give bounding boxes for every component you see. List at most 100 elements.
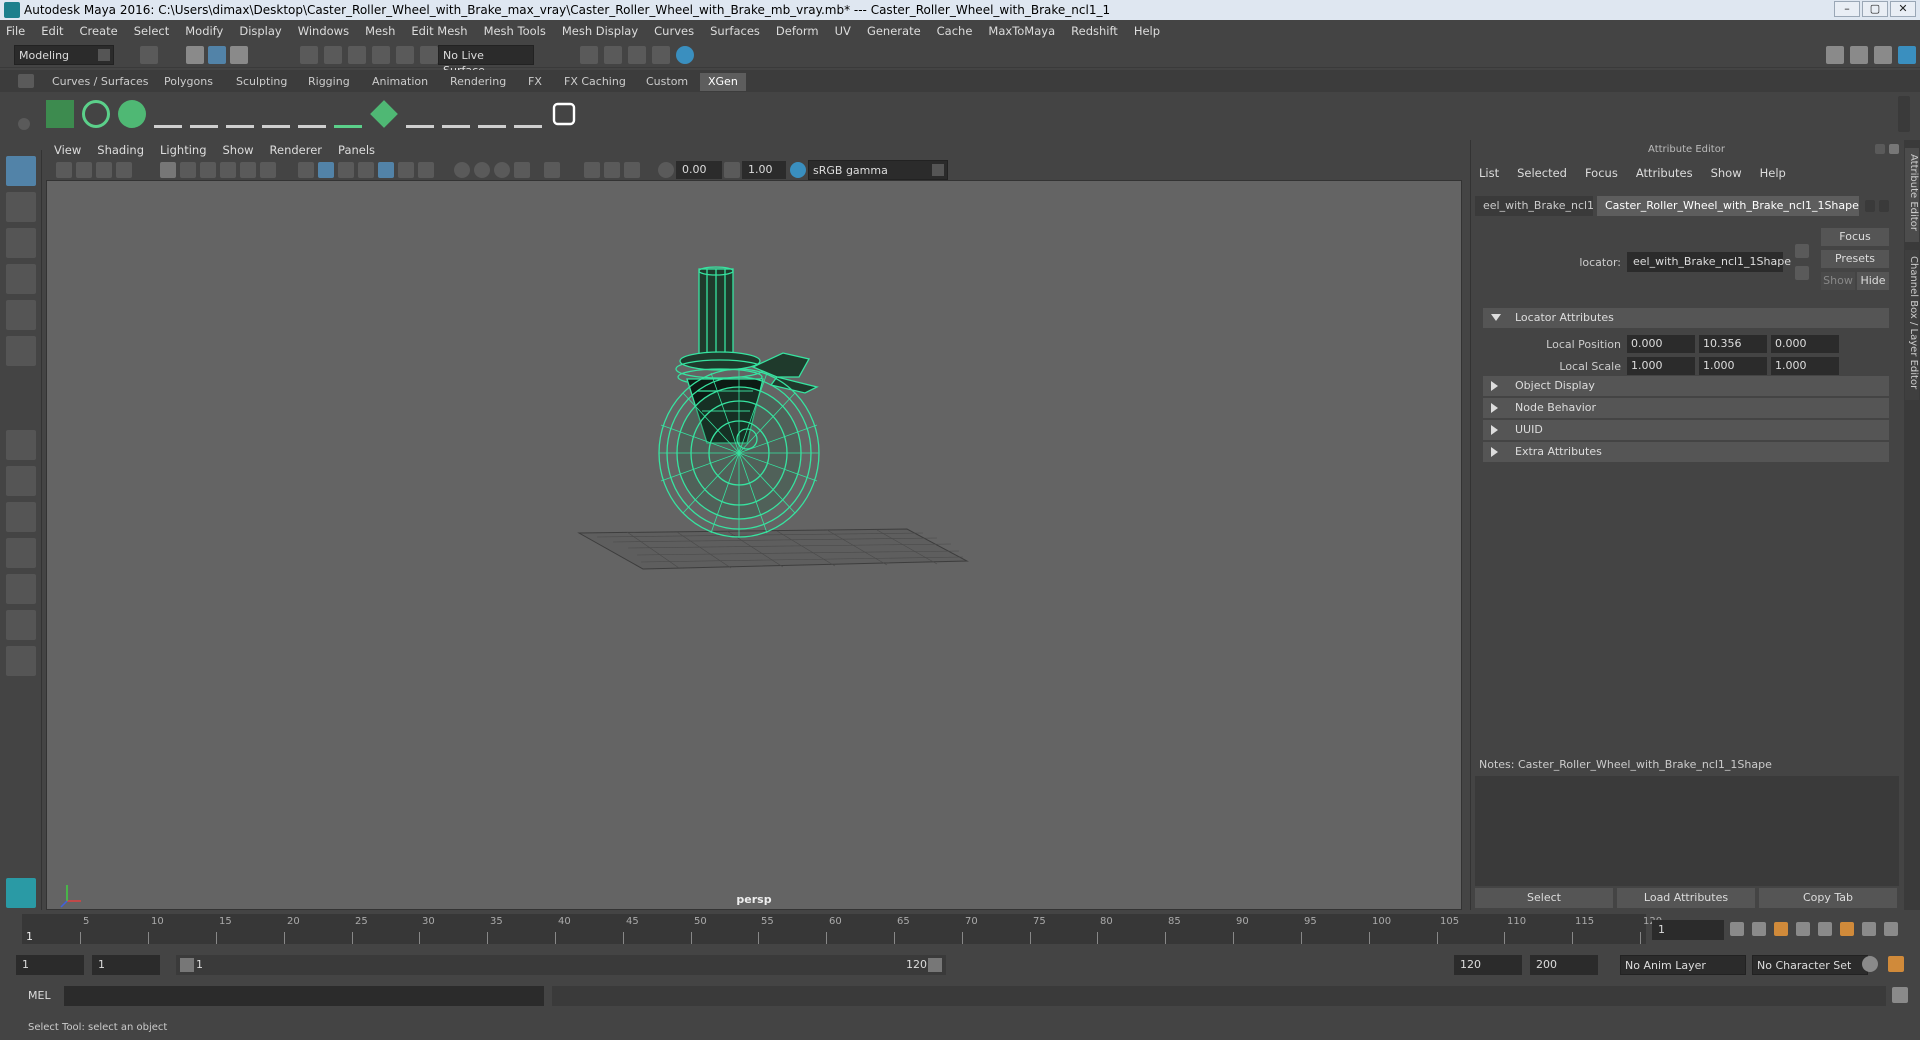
vp-menu-lighting[interactable]: Lighting: [160, 143, 206, 157]
local-scale-y[interactable]: 1.000: [1699, 357, 1767, 375]
menu-cache[interactable]: Cache: [937, 24, 973, 38]
step-back-frame-icon[interactable]: [1774, 922, 1788, 936]
ae-menu-attributes[interactable]: Attributes: [1636, 166, 1693, 180]
single-perspective-layout-icon[interactable]: [6, 430, 36, 460]
ae-menu-help[interactable]: Help: [1760, 166, 1786, 180]
camera-attrs-icon[interactable]: [76, 162, 92, 178]
xgen-layers-icon[interactable]: [370, 100, 398, 128]
select-hierarchy-icon[interactable]: [186, 46, 204, 64]
snap-grid-icon[interactable]: [300, 46, 318, 64]
menu-mesh-display[interactable]: Mesh Display: [562, 24, 638, 38]
paint-select-icon[interactable]: [6, 228, 36, 258]
grid-icon[interactable]: [160, 162, 176, 178]
smooth-shade-icon[interactable]: [318, 162, 334, 178]
xgen-grooming-icon[interactable]: [334, 100, 362, 128]
menu-mesh[interactable]: Mesh: [365, 24, 395, 38]
tab-fx-caching[interactable]: FX Caching: [556, 73, 634, 91]
snap-view-icon[interactable]: [372, 46, 390, 64]
perspective-viewport[interactable]: persp: [46, 180, 1462, 910]
tab-attribute-editor[interactable]: Attribute Editor: [1905, 148, 1919, 242]
color-space-dropdown[interactable]: sRGB gamma: [808, 160, 948, 180]
menu-file[interactable]: File: [6, 24, 25, 38]
range-start-handle[interactable]: [180, 958, 194, 972]
snap-surface-icon[interactable]: [396, 46, 414, 64]
local-position-z[interactable]: 0.000: [1771, 335, 1839, 353]
render-settings-icon[interactable]: [628, 46, 646, 64]
safe-action-icon[interactable]: [260, 162, 276, 178]
menu-mesh-tools[interactable]: Mesh Tools: [484, 24, 546, 38]
local-scale-x[interactable]: 1.000: [1627, 357, 1695, 375]
ae-tab-shape[interactable]: Caster_Roller_Wheel_with_Brake_ncl1_1Sha…: [1597, 196, 1859, 216]
snap-point-icon[interactable]: [348, 46, 366, 64]
current-frame-field[interactable]: 1: [1652, 920, 1724, 940]
snap-curve-icon[interactable]: [324, 46, 342, 64]
xgen-editor-icon[interactable]: [46, 100, 74, 128]
tab-sculpting[interactable]: Sculpting: [228, 73, 295, 91]
ae-tab-transform[interactable]: eel_with_Brake_ncl1_1: [1475, 196, 1593, 216]
xgen-preview-icon[interactable]: [82, 100, 110, 128]
local-position-x[interactable]: 0.000: [1627, 335, 1695, 353]
time-slider[interactable]: 5 10 15 20 25 30 35 40 45 50 55 60 65 70 75 80 85 90 95 100…: [0, 912, 1920, 948]
range-end-handle[interactable]: [928, 958, 942, 972]
isolate-select-icon[interactable]: [544, 162, 560, 178]
range-slider[interactable]: 1 120: [176, 955, 946, 975]
section-node-behavior[interactable]: Node Behavior: [1483, 398, 1889, 418]
ae-menu-list[interactable]: List: [1479, 166, 1499, 180]
script-editor-icon[interactable]: [1892, 987, 1908, 1003]
float-panel-icon[interactable]: [1875, 144, 1885, 154]
menu-edit[interactable]: Edit: [41, 24, 63, 38]
shelf-scroll-arrows[interactable]: [1898, 96, 1910, 132]
section-object-display[interactable]: Object Display: [1483, 376, 1889, 396]
anti-alias-icon[interactable]: [624, 162, 640, 178]
step-forward-frame-icon[interactable]: [1840, 922, 1854, 936]
minimize-button[interactable]: –: [1834, 1, 1860, 17]
step-forward-key-icon[interactable]: [1862, 922, 1876, 936]
close-panel-icon[interactable]: [1889, 144, 1899, 154]
field-chart-icon[interactable]: [240, 162, 256, 178]
load-attributes-button[interactable]: Load Attributes: [1617, 888, 1755, 908]
menu-create[interactable]: Create: [80, 24, 118, 38]
select-button[interactable]: Select: [1475, 888, 1613, 908]
workspace-icon[interactable]: [1826, 46, 1844, 64]
image-plane-icon[interactable]: [116, 162, 132, 178]
render-frame-icon[interactable]: [580, 46, 598, 64]
hypershade-layout-icon[interactable]: [6, 610, 36, 640]
live-surface-field[interactable]: No Live Surface: [438, 45, 534, 77]
locator-name-field[interactable]: eel_with_Brake_ncl1_1Shape: [1627, 252, 1791, 272]
animation-end-field[interactable]: 200: [1530, 955, 1598, 975]
color-management-icon[interactable]: [790, 162, 806, 178]
channel-box-toggle-icon[interactable]: [1898, 46, 1916, 64]
exposure-icon[interactable]: [658, 162, 674, 178]
select-component-icon[interactable]: [230, 46, 248, 64]
mode-dropdown[interactable]: Modeling: [14, 45, 114, 65]
menu-redshift[interactable]: Redshift: [1071, 24, 1118, 38]
side-by-side-layout-icon[interactable]: [6, 502, 36, 532]
ae-menu-selected[interactable]: Selected: [1517, 166, 1567, 180]
render-layout-icon[interactable]: [6, 646, 36, 676]
xgen-lock-guide-icon[interactable]: [298, 100, 326, 128]
tab-fx[interactable]: FX: [520, 73, 550, 91]
menu-edit-mesh[interactable]: Edit Mesh: [411, 24, 467, 38]
default-material-icon[interactable]: [338, 162, 354, 178]
animation-prefs-icon[interactable]: [1888, 956, 1904, 972]
hide-button[interactable]: Hide: [1857, 272, 1889, 290]
ae-menu-focus[interactable]: Focus: [1585, 166, 1618, 180]
xgen-add-guide-icon[interactable]: [190, 100, 218, 128]
local-position-y[interactable]: 10.356: [1699, 335, 1767, 353]
film-gate-icon[interactable]: [180, 162, 196, 178]
xgen-sculpt-guide-icon[interactable]: [226, 100, 254, 128]
menu-select[interactable]: Select: [134, 24, 169, 38]
xgen-delete-icon[interactable]: [514, 100, 542, 128]
shelf-menu-icon[interactable]: [18, 74, 34, 88]
play-forward-icon[interactable]: [1818, 922, 1832, 936]
vp-menu-renderer[interactable]: Renderer: [270, 143, 323, 157]
go-to-end-icon[interactable]: [1884, 922, 1898, 936]
xgen-select-guide-icon[interactable]: [262, 100, 290, 128]
bookmark-icon[interactable]: [96, 162, 112, 178]
layout-icon[interactable]: [1850, 46, 1868, 64]
presets-button[interactable]: Presets: [1821, 250, 1889, 268]
xgen-cut-icon[interactable]: [442, 100, 470, 128]
vp-menu-view[interactable]: View: [54, 143, 81, 157]
snap-live-icon[interactable]: [420, 46, 438, 64]
play-backward-icon[interactable]: [1796, 922, 1810, 936]
